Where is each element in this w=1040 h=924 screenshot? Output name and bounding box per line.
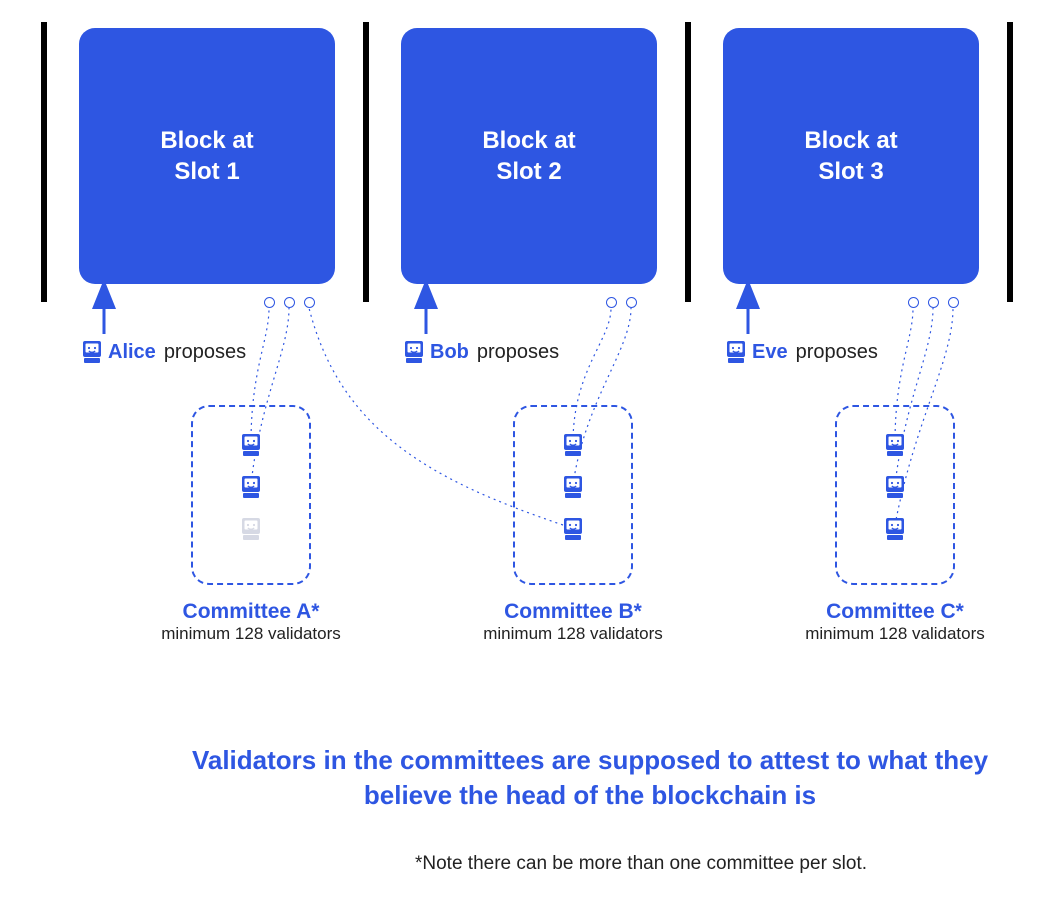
- committee-label: Committee C* minimum 128 validators: [765, 600, 1025, 644]
- diagram-canvas: Block atSlot 1 Block atSlot 2 Block atSl…: [0, 0, 1040, 924]
- block-slot-1: Block atSlot 1: [79, 28, 335, 284]
- proposer-name: Bob: [430, 341, 469, 364]
- proposer-name: Alice: [108, 341, 156, 364]
- proposer-action: proposes: [164, 341, 246, 364]
- block-slot-2: Block atSlot 2: [401, 28, 657, 284]
- committee-label: Committee B* minimum 128 validators: [443, 600, 703, 644]
- committee-name: Committee B*: [443, 600, 703, 624]
- caption-text: Validators in the committees are suppose…: [190, 743, 990, 813]
- footnote-text: *Note there can be more than one committ…: [415, 853, 867, 875]
- committee-label: Committee A* minimum 128 validators: [121, 600, 381, 644]
- committee-box-b: [513, 405, 633, 585]
- attest-dot: [606, 297, 617, 308]
- proposer-row: Eve proposes: [752, 341, 878, 364]
- proposer-row: Bob proposes: [430, 341, 559, 364]
- attest-dot: [304, 297, 315, 308]
- attest-dot: [626, 297, 637, 308]
- proposer-action: proposes: [477, 341, 559, 364]
- block-slot-3: Block atSlot 3: [723, 28, 979, 284]
- committee-box-a: [191, 405, 311, 585]
- committee-sub: minimum 128 validators: [443, 624, 703, 644]
- proposer-name: Eve: [752, 341, 788, 364]
- committee-box-c: [835, 405, 955, 585]
- proposer-row: Alice proposes: [108, 341, 246, 364]
- separator-bar: [685, 22, 691, 302]
- attest-dot: [908, 297, 919, 308]
- block-label: Block atSlot 1: [160, 125, 253, 187]
- committee-name: Committee C*: [765, 600, 1025, 624]
- separator-bar: [41, 22, 47, 302]
- separator-bar: [1007, 22, 1013, 302]
- attest-dot: [284, 297, 295, 308]
- committee-sub: minimum 128 validators: [765, 624, 1025, 644]
- attest-dot: [928, 297, 939, 308]
- block-label: Block atSlot 3: [804, 125, 897, 187]
- committee-name: Committee A*: [121, 600, 381, 624]
- attest-dot: [264, 297, 275, 308]
- block-label: Block atSlot 2: [482, 125, 575, 187]
- proposer-action: proposes: [796, 341, 878, 364]
- attest-dot: [948, 297, 959, 308]
- committee-sub: minimum 128 validators: [121, 624, 381, 644]
- separator-bar: [363, 22, 369, 302]
